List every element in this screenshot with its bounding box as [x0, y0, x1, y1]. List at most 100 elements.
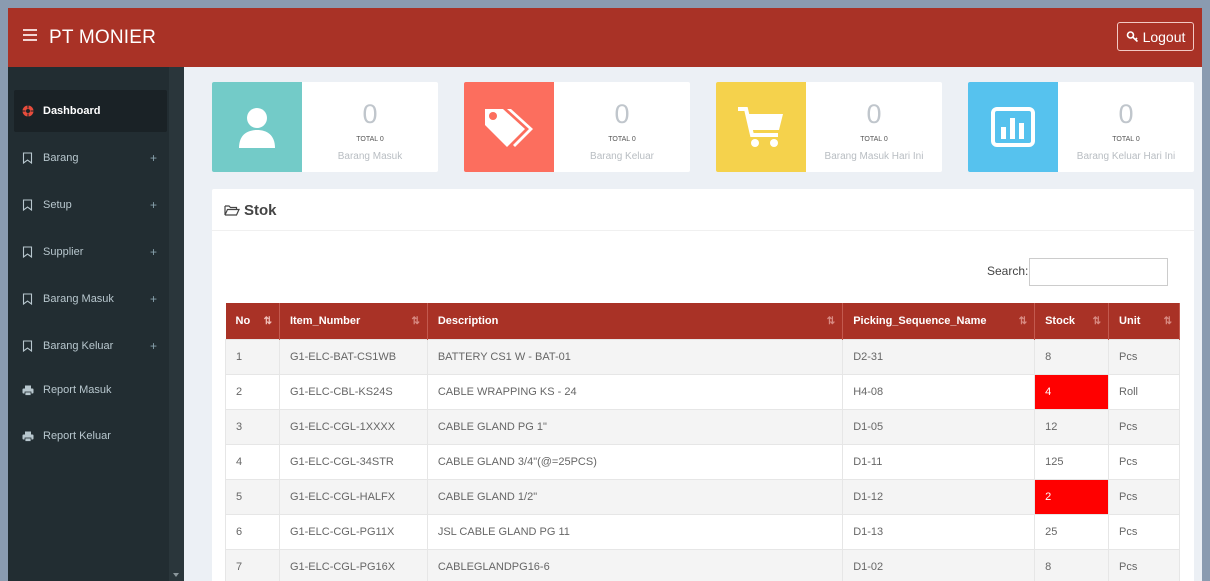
cell-item-number: G1-ELC-CGL-34STR [278, 443, 428, 479]
sidebar-item-label: Dashboard [43, 105, 101, 117]
cell-stock-count: 25 [1034, 513, 1110, 549]
cell-picking-sequence: D1-02 [842, 548, 1036, 581]
sidebar-item-label: Report Keluar [43, 430, 111, 442]
dashboard-icon [22, 105, 36, 117]
cell-row-number: 1 [225, 338, 280, 374]
key-icon [1126, 31, 1138, 43]
cell-row-number: 6 [225, 513, 280, 549]
cell-stock-count: 2 [1034, 478, 1110, 514]
top-navbar: PT MONIER Logout [8, 8, 1202, 67]
column-header-label: Unit [1119, 314, 1141, 327]
cell-item-number: G1-ELC-CGL-HALFX [278, 478, 428, 514]
sidebar-item-setup[interactable]: Setup + [8, 184, 169, 226]
sidebar-item-label: Barang Masuk [43, 293, 114, 305]
stock-table: No ⇅ Item_Number ⇅ Description ⇅ Picking_Seque… [225, 303, 1180, 581]
expand-plus-icon[interactable]: + [150, 198, 157, 212]
expand-plus-icon[interactable]: + [150, 245, 157, 259]
cell-picking-sequence: D1-12 [842, 478, 1036, 514]
column-header-description[interactable]: Description ⇅ [427, 303, 844, 339]
scroll-down-icon[interactable] [173, 573, 179, 577]
sort-icon[interactable]: ⇅ [1093, 316, 1101, 327]
bar-chart-icon [968, 82, 1058, 172]
cell-row-number: 4 [225, 443, 280, 479]
cell-description: CABLEGLANDPG16-6 [426, 548, 844, 581]
print-icon [22, 385, 36, 396]
table-row[interactable]: 6 G1-ELC-CGL-PG11X JSL CABLE GLAND PG 11 D1… [225, 513, 1180, 549]
table-row[interactable]: 5 G1-ELC-CGL-HALFX CABLE GLAND 1/2" D1-12 2 P… [225, 478, 1180, 514]
info-box-total: TOTAL 0 [356, 136, 384, 143]
stock-panel-header: Stok [212, 189, 1194, 231]
sort-icon[interactable]: ⇅ [827, 316, 835, 327]
cell-unit: Pcs [1108, 408, 1180, 444]
cell-unit: Pcs [1108, 443, 1180, 479]
cell-description: CABLE GLAND 3/4"(@=25PCS) [426, 443, 844, 479]
logout-button[interactable]: Logout [1117, 22, 1194, 51]
table-row[interactable]: 4 G1-ELC-CGL-34STR CABLE GLAND 3/4"(@=25PC… [225, 443, 1180, 479]
column-header-item-number[interactable]: Item_Number ⇅ [279, 303, 428, 339]
cell-item-number: G1-ELC-BAT-CS1WB [278, 338, 428, 374]
column-header-label: No [235, 314, 251, 327]
cell-picking-sequence: D1-05 [842, 408, 1036, 444]
bookmark-icon [22, 199, 36, 211]
sort-icon[interactable]: ⇅ [411, 316, 419, 327]
cell-stock-count: 8 [1034, 548, 1110, 581]
table-row[interactable]: 3 G1-ELC-CGL-1XXXX CABLE GLAND PG 1" D1-05 1… [225, 408, 1180, 444]
sidebar-item-label: Barang [43, 152, 79, 164]
cell-picking-sequence: H4-08 [842, 373, 1036, 409]
column-header-label: Stock [1045, 314, 1076, 327]
table-row[interactable]: 7 G1-ELC-CGL-PG16X CABLEGLANDPG16-6 D1-02 8 P… [225, 548, 1180, 581]
cell-unit: Pcs [1108, 548, 1180, 581]
cell-unit: Roll [1108, 373, 1180, 409]
sidebar-item-barang[interactable]: Barang + [8, 137, 169, 179]
sidebar-item-barang-masuk[interactable]: Barang Masuk + [8, 278, 169, 320]
sort-icon[interactable]: ⇅ [1164, 316, 1172, 327]
cell-picking-sequence: D1-13 [842, 513, 1036, 549]
expand-plus-icon[interactable]: + [150, 151, 157, 165]
search-input[interactable] [1029, 258, 1168, 286]
cell-stock-count: 125 [1034, 443, 1110, 479]
menu-toggle-icon[interactable] [23, 29, 37, 41]
cell-unit: Pcs [1108, 338, 1180, 374]
sidebar-item-report-masuk[interactable]: Report Masuk [8, 369, 169, 411]
sidebar-item-label: Supplier [43, 246, 84, 258]
info-box-barang-masuk-hari-ini: 0 TOTAL 0 Barang Masuk Hari Ini [716, 82, 942, 172]
expand-plus-icon[interactable]: + [150, 339, 157, 353]
table-row[interactable]: 1 G1-ELC-BAT-CS1WB BATTERY CS1 W - BAT-01 D… [225, 338, 1180, 374]
folder-open-icon [224, 205, 240, 216]
brand-title[interactable]: PT MONIER [49, 27, 156, 49]
cell-item-number: G1-ELC-CBL-KS24S [278, 373, 428, 409]
cell-row-number: 2 [225, 373, 280, 409]
info-box-barang-keluar-hari-ini: 0 TOTAL 0 Barang Keluar Hari Ini [968, 82, 1194, 172]
bookmark-icon [22, 152, 36, 164]
sidebar-item-barang-keluar[interactable]: Barang Keluar + [8, 325, 169, 367]
info-box-value: 0 [866, 99, 882, 129]
sort-icon[interactable]: ⇅ [264, 316, 272, 327]
column-header-stock[interactable]: Stock ⇅ [1034, 303, 1110, 339]
expand-plus-icon[interactable]: + [150, 292, 157, 306]
info-box-value: 0 [1118, 99, 1134, 129]
column-header-no[interactable]: No ⇅ [225, 303, 280, 339]
sidebar-item-supplier[interactable]: Supplier + [8, 231, 169, 273]
stock-panel: Stok Search: No ⇅ Item_Number ⇅ Description ⇅… [212, 189, 1194, 581]
cell-row-number: 3 [225, 408, 280, 444]
sidebar-item-dashboard[interactable]: Dashboard [14, 90, 167, 132]
sidebar-item-label: Setup [43, 199, 72, 211]
cell-description: BATTERY CS1 W - BAT-01 [426, 338, 844, 374]
column-header-unit[interactable]: Unit ⇅ [1108, 303, 1180, 339]
cell-stock-count: 8 [1034, 338, 1110, 374]
table-row[interactable]: 2 G1-ELC-CBL-KS24S CABLE WRAPPING KS - 24 H… [225, 373, 1180, 409]
tags-icon [464, 82, 554, 172]
sidebar-item-label: Barang Keluar [43, 340, 114, 352]
app-window: PT MONIER Logout Dashboard Barang + Setup + S… [8, 8, 1202, 581]
table-header-row: No ⇅ Item_Number ⇅ Description ⇅ Picking_Seque… [225, 303, 1180, 339]
sort-icon[interactable]: ⇅ [1019, 316, 1027, 327]
sidebar-item-report-keluar[interactable]: Report Keluar [8, 415, 169, 457]
info-box-barang-keluar: 0 TOTAL 0 Barang Keluar [464, 82, 690, 172]
info-box-total: TOTAL 0 [860, 136, 888, 143]
sidebar-scrollbar[interactable] [169, 67, 184, 581]
info-box-label: Barang Keluar Hari Ini [1076, 151, 1176, 162]
column-header-picking-sequence-name[interactable]: Picking_Sequence_Name ⇅ [842, 303, 1036, 339]
cell-item-number: G1-ELC-CGL-PG11X [278, 513, 428, 549]
logout-label: Logout [1142, 28, 1186, 45]
cell-picking-sequence: D1-11 [842, 443, 1036, 479]
